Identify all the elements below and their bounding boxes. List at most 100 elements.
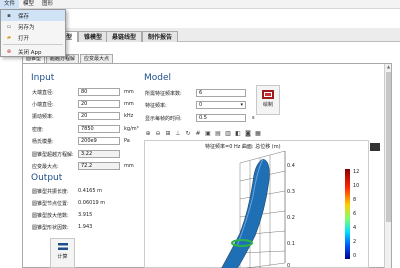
image-icon[interactable]: ▦ — [254, 130, 262, 138]
menu-file[interactable]: 文件 — [0, 0, 20, 9]
input-label: 圆锥型超越方程解: — [32, 152, 74, 158]
unit-label: Pa — [124, 138, 130, 144]
input-label: 大端直径: — [32, 90, 54, 96]
svg-text:10: 10 — [353, 183, 359, 189]
menu-graphics[interactable]: 图形 — [38, 0, 57, 9]
colorbar — [345, 169, 350, 259]
output-value: 0.06019 m — [78, 200, 106, 206]
svg-text:2: 2 — [353, 239, 356, 245]
transcendental-solution-field: 3.22 — [78, 150, 120, 158]
output-label: 圆锥型形状因数: — [32, 225, 69, 231]
comsol-logo-icon — [370, 143, 380, 151]
orbit-icon[interactable]: ↻ — [184, 130, 192, 138]
unit-label: s — [252, 115, 255, 121]
unit-label: kg/m³ — [124, 126, 139, 132]
tab-catenary-model[interactable]: 悬链线型 — [106, 31, 143, 42]
eigenfrequency-count-input[interactable]: 6 — [196, 89, 246, 97]
svg-text:0: 0 — [353, 253, 356, 259]
view-xy-icon[interactable]: ▣ — [204, 130, 212, 138]
menu-item-label: 关闭 App — [18, 49, 42, 56]
tab-cone-model[interactable]: 锥模型 — [78, 31, 109, 42]
zoom-in-icon[interactable]: ⊕ — [144, 130, 152, 138]
draw-button-label: 绘制 — [262, 102, 273, 108]
draw-plot-icon — [262, 90, 274, 99]
unit-label: mm — [124, 89, 134, 95]
output-label: 圆锥型节点位置: — [32, 201, 69, 207]
chevron-down-icon: ▾ — [240, 102, 243, 108]
save-icon: ▪ — [7, 12, 11, 19]
svg-text:4: 4 — [353, 225, 356, 231]
svg-text:6: 6 — [353, 211, 356, 217]
svg-text:8: 8 — [353, 197, 356, 203]
scroll-thumb[interactable] — [386, 72, 391, 222]
unit-label: mm — [124, 163, 134, 169]
menu-item-label: 打开 — [18, 35, 30, 42]
close-app-icon: ⊗ — [6, 48, 12, 55]
draw-button[interactable]: 绘制 — [256, 85, 280, 115]
calculator-icon — [57, 243, 68, 251]
menu-item-label: 保存 — [18, 13, 30, 20]
eigenmode-surface-plot: 0.4 0.3 0.2 0.1 0 12 10 8 6 4 2 0 — [221, 150, 359, 268]
menu-item-open[interactable]: ▰ 打开 — [1, 32, 65, 43]
large-diameter-input[interactable]: 80 — [78, 88, 120, 96]
open-folder-icon: ▰ — [6, 34, 12, 41]
subtab-max-strain[interactable]: 应变最大点 — [80, 54, 114, 63]
input-label: 振动频率: — [32, 114, 54, 120]
menu-separator — [3, 44, 63, 45]
scroll-up-icon[interactable]: ▲ — [385, 64, 392, 69]
model-heading: Model — [144, 73, 172, 83]
output-label: 圆锥型共振长度: — [32, 189, 69, 195]
youngs-modulus-input[interactable]: 200e9 — [78, 137, 120, 145]
model-label: 显示每帧的时间: — [145, 116, 182, 122]
svg-text:0.2: 0.2 — [287, 215, 295, 221]
view-3d-icon[interactable]: ◧ — [234, 130, 242, 138]
svg-text:0.4: 0.4 — [287, 163, 295, 169]
menu-item-save-as[interactable]: ▫ 另存为 — [1, 21, 65, 32]
output-value: 1.943 — [78, 224, 93, 230]
svg-text:0: 0 — [287, 263, 290, 268]
max-strain-point-field: 72.2 — [78, 162, 120, 170]
menu-model[interactable]: 模型 — [19, 0, 38, 9]
axis-icon[interactable]: ⊥ — [174, 130, 182, 138]
tab-report[interactable]: 制作报告 — [142, 31, 179, 42]
plot-area[interactable]: 特征频率=0 Hz 曲面: 总位移 (m) 0.4 0.3 0.2 0.1 0 — [144, 140, 380, 268]
camera-icon[interactable]: ◙ — [244, 130, 252, 138]
model-label: 所需特征频率数: — [145, 91, 182, 97]
unit-label: mm — [124, 101, 134, 107]
output-value: 0.4165 m — [78, 188, 102, 194]
compute-button[interactable]: 计算 — [50, 238, 75, 268]
zoom-extents-icon[interactable]: ⊞ — [164, 130, 172, 138]
vertical-scrollbar[interactable]: ▲ — [384, 64, 391, 268]
svg-text:0.1: 0.1 — [287, 241, 295, 247]
output-label: 圆锥型放大倍数: — [32, 213, 69, 219]
menu-bar: 文件 模型 图形 — [0, 0, 400, 9]
menu-item-close-app[interactable]: ⊗ 关闭 App — [1, 46, 65, 57]
frequency-input[interactable]: 20 — [78, 112, 120, 120]
frame-time-input[interactable]: 0.5 — [196, 114, 246, 122]
zoom-out-icon[interactable]: ⊖ — [154, 130, 162, 138]
view-zx-icon[interactable]: ▥ — [224, 130, 232, 138]
output-value: 3.915 — [78, 212, 93, 218]
menu-item-save[interactable]: ▪ 保存 — [1, 10, 65, 21]
save-as-icon: ▫ — [7, 23, 11, 30]
menu-item-label: 另存为 — [18, 24, 35, 31]
input-heading: Input — [31, 73, 55, 83]
small-diameter-input[interactable]: 20 — [78, 100, 120, 108]
input-label: 小端直径: — [32, 102, 54, 108]
svg-text:12: 12 — [353, 169, 359, 175]
density-input[interactable]: 7850 — [78, 125, 120, 133]
input-label: 应变最大点: — [32, 164, 59, 170]
compute-button-label: 计算 — [57, 254, 68, 260]
input-label: 杨氏模量: — [32, 139, 54, 145]
output-heading: Output — [31, 173, 63, 183]
eigenfrequency-select[interactable]: 0 ▾ — [196, 101, 246, 109]
view-yz-icon[interactable]: ▤ — [214, 130, 222, 138]
tube-surface — [221, 158, 270, 268]
eigenfrequency-select-value: 0 — [199, 102, 203, 108]
model-label: 特征频率: — [145, 103, 167, 109]
file-menu-dropdown: ▪ 保存 ▫ 另存为 ▰ 打开 ⊗ 关闭 App — [0, 9, 66, 57]
input-label: 密度: — [32, 127, 44, 133]
plot-toolbar: ⊕ ⊖ ⊞ ⊥ ↻ # ▣ ▤ ▥ ◧ ◙ ▦ — [144, 129, 262, 138]
grid-icon[interactable]: # — [194, 130, 202, 138]
unit-label: kHz — [124, 113, 134, 119]
